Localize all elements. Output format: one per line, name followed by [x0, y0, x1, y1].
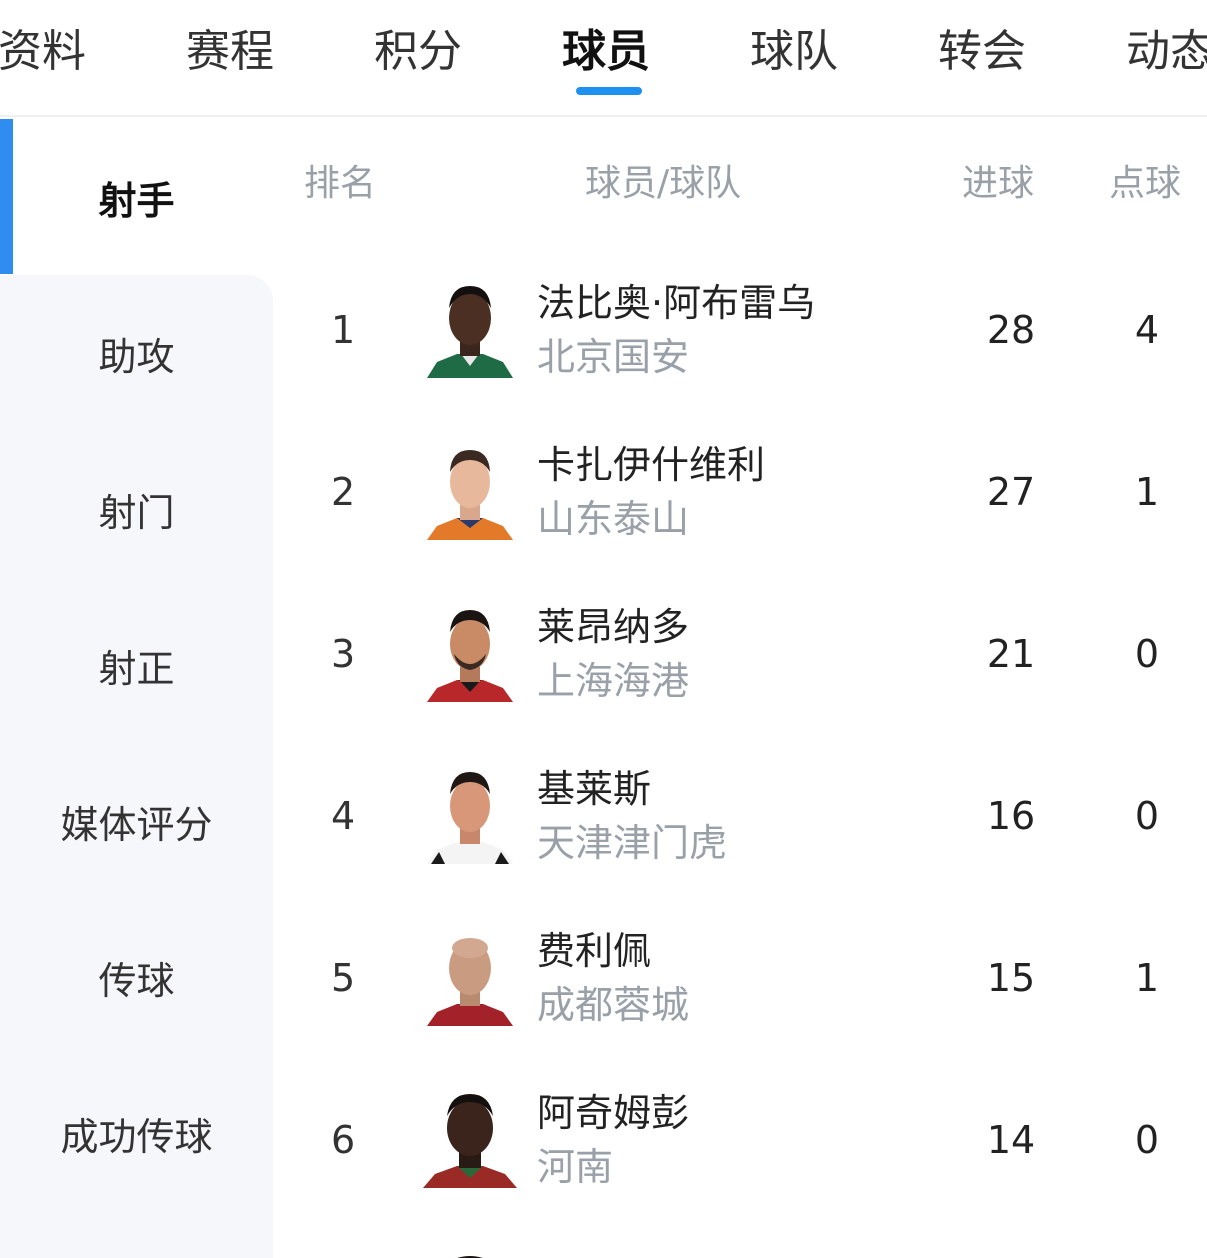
- sidebar-fill-bottom: [0, 1211, 273, 1258]
- goals-cell: 16: [986, 794, 1036, 838]
- player-name[interactable]: 费利佩: [537, 926, 651, 976]
- tab-standings[interactable]: 积分: [374, 22, 462, 82]
- tab-transfers[interactable]: 转会: [938, 22, 1026, 82]
- column-header-player-team: 球员/球队: [585, 163, 742, 204]
- player-name[interactable]: 莱昂纳多: [537, 602, 689, 652]
- top-tab-bar: 资料 赛程 积分 球员 球队 转会 动态: [0, 0, 1207, 117]
- table-row[interactable]: 5 费利佩 成都蓉城 15 1: [273, 898, 1207, 1060]
- player-avatar: [423, 436, 517, 540]
- sidebar-item-assists[interactable]: 助攻: [0, 275, 273, 431]
- team-name[interactable]: 上海海港: [537, 656, 689, 706]
- column-header-rank: 排名: [304, 163, 377, 204]
- team-name[interactable]: 北京国安: [537, 332, 689, 382]
- rank-cell: 1: [331, 308, 356, 352]
- team-name[interactable]: 成都蓉城: [537, 980, 689, 1030]
- penalties-cell: 1: [1134, 956, 1160, 1000]
- team-name[interactable]: 河南: [537, 1142, 613, 1192]
- active-sidebar-indicator: [0, 119, 13, 274]
- penalties-cell: 4: [1134, 308, 1160, 352]
- sidebar-item-successful-passes[interactable]: 成功传球: [0, 1055, 273, 1211]
- rank-cell: 4: [331, 794, 356, 838]
- sidebar-item-shots[interactable]: 射门: [0, 431, 273, 587]
- tab-players[interactable]: 球员: [562, 22, 650, 82]
- sidebar-item-label: 传球: [98, 958, 175, 1003]
- goals-cell: 14: [986, 1118, 1036, 1162]
- column-header-penalties: 点球: [1109, 163, 1182, 204]
- player-avatar: [423, 274, 517, 378]
- sidebar-item-label: 射门: [98, 490, 175, 535]
- player-name[interactable]: 法比奥·阿布雷乌: [537, 278, 815, 328]
- penalties-cell: 0: [1134, 794, 1160, 838]
- sidebar-item-media-rating[interactable]: 媒体评分: [0, 743, 273, 899]
- tab-news[interactable]: 动态: [1126, 22, 1207, 82]
- table-row[interactable]: 1 法比奥·阿布雷乌 北京国安 28 4: [273, 250, 1207, 412]
- player-avatar: [423, 598, 517, 702]
- sidebar-item-passes[interactable]: 传球: [0, 899, 273, 1055]
- sidebar-item-label: 射正: [98, 646, 175, 691]
- goals-cell: 21: [986, 632, 1036, 676]
- penalties-cell: 1: [1134, 470, 1160, 514]
- tab-info[interactable]: 资料: [0, 22, 86, 82]
- rank-cell: 5: [331, 956, 356, 1000]
- table-row[interactable]: 6 阿奇姆彭 河南 14 0: [273, 1060, 1207, 1222]
- goals-cell: 28: [986, 308, 1036, 352]
- player-name[interactable]: 阿奇姆彭: [537, 1088, 689, 1138]
- player-avatar: [423, 922, 517, 1026]
- penalties-cell: 0: [1134, 632, 1160, 676]
- player-name[interactable]: 卡扎伊什维利: [537, 440, 765, 490]
- active-tab-indicator: [576, 87, 642, 95]
- goals-cell: 15: [986, 956, 1036, 1000]
- player-name[interactable]: 基莱斯: [537, 764, 651, 814]
- next-row-avatar-partial: [440, 1248, 500, 1258]
- rank-cell: 2: [331, 470, 356, 514]
- penalties-cell: 0: [1134, 1118, 1160, 1162]
- sidebar-item-label: 射手: [98, 178, 175, 223]
- goals-cell: 27: [986, 470, 1036, 514]
- sidebar-item-scorers[interactable]: 射手: [0, 119, 273, 275]
- sidebar-item-label: 媒体评分: [60, 802, 213, 847]
- column-header-goals: 进球: [962, 163, 1035, 204]
- rank-cell: 6: [331, 1118, 356, 1162]
- table-row[interactable]: 3 莱昂纳多 上海海港 21 0: [273, 574, 1207, 736]
- table-row[interactable]: 2 卡扎伊什维利 山东泰山 27 1: [273, 412, 1207, 574]
- team-name[interactable]: 天津津门虎: [537, 818, 727, 868]
- sidebar-item-shots-on-target[interactable]: 射正: [0, 587, 273, 743]
- sidebar-item-label: 助攻: [98, 334, 175, 379]
- rank-cell: 3: [331, 632, 356, 676]
- team-name[interactable]: 山东泰山: [537, 494, 689, 544]
- table-row[interactable]: 4 基莱斯 天津津门虎 16 0: [273, 736, 1207, 898]
- stat-category-sidebar: 射手 助攻 射门 射正 媒体评分 传球 成功传球: [0, 119, 273, 1258]
- tab-schedule[interactable]: 赛程: [186, 22, 274, 82]
- tab-teams[interactable]: 球队: [750, 22, 838, 82]
- player-avatar: [423, 760, 517, 864]
- sidebar-item-label: 成功传球: [60, 1114, 213, 1159]
- player-avatar: [423, 1084, 517, 1188]
